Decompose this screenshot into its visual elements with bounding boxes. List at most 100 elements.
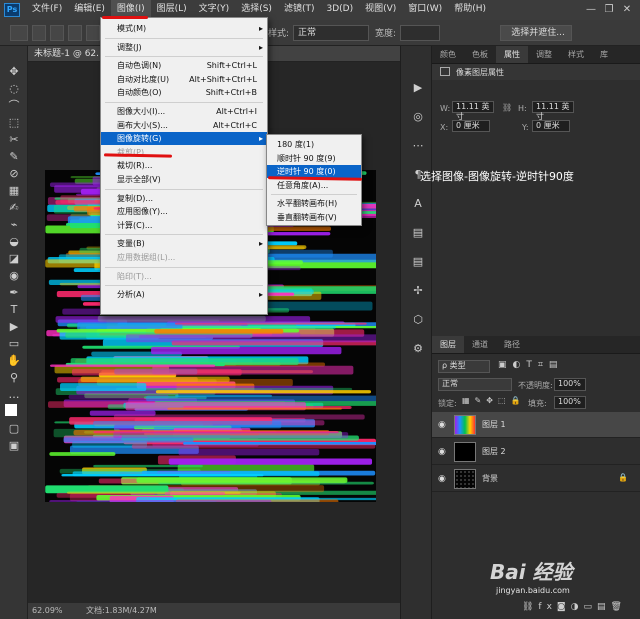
layer-row[interactable]: ◉ 图层 2	[432, 439, 640, 465]
zoom-icon[interactable]: ⚲	[5, 370, 23, 386]
eraser-icon[interactable]: ◒	[5, 234, 23, 250]
prop-tab-3[interactable]: 调整	[528, 46, 560, 63]
dock-icon-9[interactable]: ⚙	[409, 341, 427, 357]
prop-tab-0[interactable]: 颜色	[432, 46, 464, 63]
lock-icons[interactable]: ▦✎✥⬚🔒	[462, 396, 525, 405]
gradient-icon[interactable]: ◪	[5, 251, 23, 267]
layer-tab-1[interactable]: 通道	[464, 336, 496, 353]
type-icon[interactable]: T	[5, 302, 23, 318]
quick-mask-icon[interactable]: ▢	[5, 421, 23, 437]
layer-row[interactable]: ◉ 图层 1	[432, 412, 640, 438]
menu-0[interactable]: 文件(F)	[26, 0, 68, 21]
crop-icon[interactable]: ✂	[5, 132, 23, 148]
marquee-tool-preset-icon[interactable]	[10, 24, 28, 41]
select-and-mask-button[interactable]: 选择并遮住...	[500, 24, 573, 41]
image-menu-item[interactable]: 应用图像(Y)...	[101, 205, 267, 218]
more-icon[interactable]: …	[5, 387, 23, 403]
image-menu-item[interactable]: 分析(A) ▸	[101, 288, 267, 301]
image-menu-item[interactable]: 自动颜色(O) Shift+Ctrl+B	[101, 86, 267, 99]
layer-filter-select[interactable]: ρ 类型	[438, 360, 490, 373]
visibility-eye-icon[interactable]: ◉	[438, 446, 450, 458]
new-selection-icon[interactable]	[32, 24, 46, 41]
move-icon[interactable]: ✥	[5, 64, 23, 80]
dock-icon-7[interactable]: ✢	[409, 283, 427, 299]
menu-9[interactable]: 窗口(W)	[402, 0, 448, 21]
dock-icon-4[interactable]: A	[409, 196, 427, 212]
width-input[interactable]	[400, 24, 441, 41]
image-menu-item[interactable]: 画布大小(S)... Alt+Ctrl+C	[101, 119, 267, 132]
image-menu-item[interactable]: 图像旋转(G) ▸	[101, 132, 267, 146]
blur-icon[interactable]: ◉	[5, 268, 23, 284]
image-menu-item[interactable]: 计算(C)...	[101, 219, 267, 232]
quick-select-icon[interactable]: ⬚	[5, 115, 23, 131]
lasso-icon[interactable]: ⌒	[5, 98, 23, 114]
shape-icon[interactable]: ▭	[5, 336, 23, 352]
style-select[interactable]: 正常	[293, 24, 370, 41]
menu-7[interactable]: 3D(D)	[320, 0, 359, 21]
zoom-level[interactable]: 62.09%	[32, 603, 63, 619]
menu-6[interactable]: 滤镜(T)	[278, 0, 321, 21]
link-icon[interactable]: ⛓	[502, 103, 512, 112]
rotate-menu-item[interactable]: 180 度(1)	[267, 138, 361, 151]
image-menu-item[interactable]: 应用数据组(L)...	[101, 251, 267, 264]
y-field[interactable]: 0 厘米	[532, 120, 570, 132]
width-field[interactable]: 11.11 英寸	[452, 101, 494, 121]
screen-mode-icon[interactable]: ▣	[5, 438, 23, 454]
rotate-menu-item[interactable]: 垂直翻转画布(V)	[267, 211, 361, 224]
dock-icon-6[interactable]: ▤	[409, 254, 427, 270]
layer-row[interactable]: ◉ 背景 🔒	[432, 466, 640, 492]
layers-bottom-icons[interactable]: ⛓fx◙◑▭▤🗑	[522, 602, 627, 612]
dock-icon-8[interactable]: ⬡	[409, 312, 427, 328]
dock-icon-5[interactable]: ▤	[409, 225, 427, 241]
healing-icon[interactable]: ⊘	[5, 166, 23, 182]
clone-icon[interactable]: ✍	[5, 200, 23, 216]
add-selection-icon[interactable]	[50, 24, 64, 41]
layer-tab-0[interactable]: 图层	[432, 336, 464, 353]
maximize-button[interactable]: ❐	[602, 3, 616, 17]
image-menu-item[interactable]: 自动色调(N) Shift+Ctrl+L	[101, 59, 267, 72]
prop-tab-2[interactable]: 属性	[496, 46, 528, 63]
history-icon[interactable]: ⌁	[5, 217, 23, 233]
layer-name[interactable]: 图层 2	[482, 446, 506, 457]
image-menu-item[interactable]: 裁切(R)...	[101, 159, 267, 172]
fill-field[interactable]: 100%	[554, 396, 586, 409]
layer-name[interactable]: 背景	[482, 473, 498, 484]
height-field[interactable]: 11.11 英寸	[532, 101, 574, 121]
image-menu-item[interactable]: 复制(D)...	[101, 192, 267, 205]
dock-icon-0[interactable]: ▶	[409, 80, 427, 96]
prop-tab-1[interactable]: 色板	[464, 46, 496, 63]
image-menu-item[interactable]: 变量(B) ▸	[101, 237, 267, 250]
marquee-icon[interactable]: ◌	[5, 81, 23, 97]
image-menu-item[interactable]: 调整(J) ▸	[101, 41, 267, 54]
pen-icon[interactable]: ✒	[5, 285, 23, 301]
rotate-menu-item[interactable]: 顺时针 90 度(9)	[267, 152, 361, 165]
close-button[interactable]: ✕	[620, 3, 634, 17]
image-menu-item[interactable]: 自动对比度(U) Alt+Shift+Ctrl+L	[101, 73, 267, 86]
eyedropper-icon[interactable]: ✎	[5, 149, 23, 165]
menu-8[interactable]: 视图(V)	[359, 0, 402, 21]
image-menu-item[interactable]: 模式(M) ▸	[101, 22, 267, 35]
x-field[interactable]: 0 厘米	[452, 120, 490, 132]
minimize-button[interactable]: —	[584, 3, 598, 17]
dock-icon-1[interactable]: ◎	[409, 109, 427, 125]
layer-tab-2[interactable]: 路径	[496, 336, 528, 353]
foreground-color-icon[interactable]	[5, 404, 17, 416]
path-select-icon[interactable]: ▶	[5, 319, 23, 335]
image-menu-item[interactable]: 裁剪(P)	[101, 146, 267, 159]
menu-10[interactable]: 帮助(H)	[448, 0, 492, 21]
intersect-selection-icon[interactable]	[86, 24, 100, 41]
brush-icon[interactable]: ▦	[5, 183, 23, 199]
opacity-field[interactable]: 100%	[554, 378, 586, 391]
subtract-selection-icon[interactable]	[68, 24, 82, 41]
visibility-eye-icon[interactable]: ◉	[438, 419, 450, 431]
dock-icon-2[interactable]: ⋯	[409, 138, 427, 154]
image-menu-item[interactable]: 显示全部(V)	[101, 173, 267, 186]
image-menu-item[interactable]: 图像大小(I)... Alt+Ctrl+I	[101, 105, 267, 118]
blend-mode-select[interactable]: 正常	[438, 378, 512, 391]
rotate-menu-item[interactable]: 水平翻转画布(H)	[267, 197, 361, 210]
prop-tab-4[interactable]: 样式	[560, 46, 592, 63]
image-menu-item[interactable]: 陷印(T)...	[101, 270, 267, 283]
layer-name[interactable]: 图层 1	[482, 419, 506, 430]
hand-icon[interactable]: ✋	[5, 353, 23, 369]
layer-filter-icons[interactable]: ▣◐T⌗▤	[498, 360, 563, 370]
